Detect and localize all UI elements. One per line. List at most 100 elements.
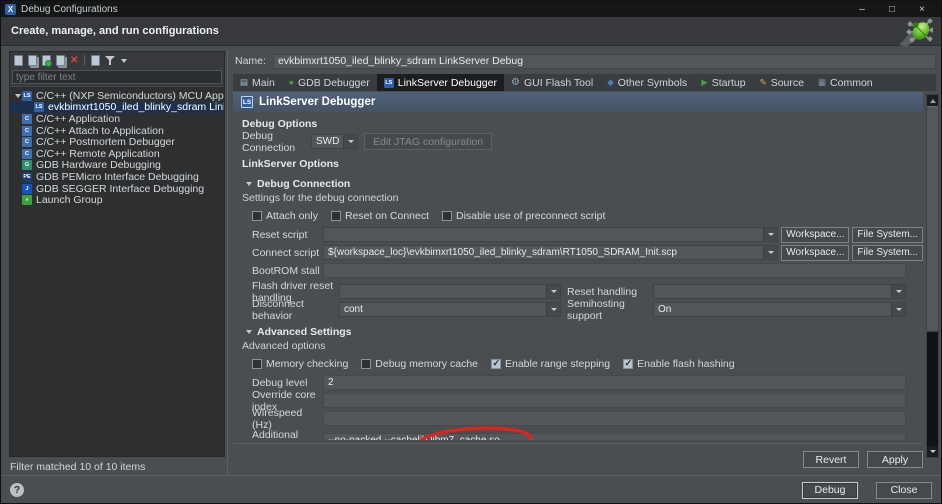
- disable-preconnect-script-checkbox[interactable]: Disable use of preconnect script: [442, 210, 605, 222]
- enable-flash-hashing-checkbox[interactable]: Enable flash hashing: [623, 358, 735, 370]
- delete-configuration-icon[interactable]: ✕: [70, 56, 78, 66]
- bootrom-stall-input[interactable]: [323, 263, 906, 278]
- duplicate-configuration-icon[interactable]: [56, 55, 65, 66]
- export-configuration-icon[interactable]: [42, 55, 51, 66]
- connect-script-label: Connect script: [252, 247, 323, 259]
- tree-item[interactable]: C C/C++ Postmortem Debugger: [10, 136, 224, 148]
- edit-jtag-configuration-button[interactable]: Edit JTAG configuration: [364, 133, 492, 150]
- reset-handling-select[interactable]: [653, 284, 906, 299]
- vertical-scrollbar[interactable]: [926, 94, 939, 458]
- debug-connection-section-header[interactable]: Debug Connection: [246, 178, 923, 190]
- tab-main[interactable]: ▤ Main: [233, 74, 282, 91]
- memory-checking-checkbox[interactable]: Memory checking: [252, 358, 348, 370]
- flash-driver-reset-handling-select[interactable]: [339, 284, 561, 299]
- debug-button[interactable]: Debug: [802, 482, 858, 499]
- wirespeed-input[interactable]: [323, 411, 906, 426]
- reset-script-input[interactable]: [323, 227, 778, 242]
- override-core-index-input[interactable]: [323, 393, 906, 408]
- chevron-down-icon[interactable]: [763, 246, 777, 259]
- reset-on-connect-checkbox[interactable]: Reset on Connect: [331, 210, 429, 222]
- filter-menu-caret-icon[interactable]: [121, 59, 127, 63]
- pemicro-icon: PE: [22, 172, 32, 182]
- tab-gui-flash-tool[interactable]: ⚙ GUI Flash Tool: [504, 74, 600, 91]
- debug-options-heading: Debug Options: [242, 118, 923, 130]
- chevron-down-icon[interactable]: [891, 285, 905, 298]
- section-collapse-icon[interactable]: [246, 182, 252, 186]
- new-configuration-icon[interactable]: [14, 55, 23, 66]
- tree-item[interactable]: C C/C++ Application: [10, 113, 224, 125]
- page-title: LinkServer Debugger: [259, 96, 375, 108]
- dialog-banner: Create, manage, and run configurations: [1, 17, 941, 46]
- panel-divider[interactable]: [227, 51, 228, 475]
- advanced-settings-description: Advanced options: [242, 340, 923, 352]
- enable-range-stepping-checkbox[interactable]: Enable range stepping: [491, 358, 610, 370]
- gdb-debugger-tab-icon: ●: [289, 78, 294, 87]
- debug-memory-cache-checkbox[interactable]: Debug memory cache: [361, 358, 478, 370]
- linkserver-debug-icon: LS: [34, 102, 44, 112]
- close-button[interactable]: Close: [876, 482, 932, 499]
- debug-level-input[interactable]: 2: [323, 375, 906, 390]
- disconnect-behavior-select[interactable]: cont: [339, 302, 561, 317]
- debug-level-label: Debug level: [252, 377, 323, 389]
- chevron-down-icon[interactable]: [546, 303, 560, 316]
- maximize-icon[interactable]: □: [877, 2, 907, 17]
- debug-configurations-dialog: X Debug Configurations – □ × Create, man…: [0, 0, 942, 504]
- close-icon[interactable]: ×: [907, 2, 937, 17]
- minimize-icon[interactable]: –: [847, 2, 877, 17]
- section-collapse-icon[interactable]: [246, 330, 252, 334]
- name-input[interactable]: [273, 54, 936, 69]
- semihosting-support-select[interactable]: On: [653, 302, 906, 317]
- tree-item[interactable]: » Launch Group: [10, 194, 224, 206]
- semihosting-support-label: Semihosting support: [561, 298, 653, 322]
- connect-script-filesystem-button[interactable]: File System...: [852, 245, 923, 261]
- tab-common[interactable]: ▦ Common: [811, 74, 880, 91]
- scroll-up-icon[interactable]: [927, 95, 938, 106]
- tab-startup[interactable]: ▶ Startup: [694, 74, 752, 91]
- apply-revert-bar: Revert Apply: [233, 443, 923, 475]
- connect-script-workspace-button[interactable]: Workspace...: [781, 245, 849, 261]
- debug-connection-section-description: Settings for the debug connection: [242, 192, 923, 204]
- filter-input[interactable]: [12, 70, 222, 84]
- tree-item-selected[interactable]: LS evkbimxrt1050_iled_blinky_sdram LinkS…: [10, 102, 224, 114]
- reset-script-filesystem-button[interactable]: File System...: [852, 227, 923, 243]
- expander-icon[interactable]: [15, 94, 21, 98]
- chevron-down-icon[interactable]: [763, 228, 777, 241]
- tab-content-header: LS LinkServer Debugger: [233, 92, 923, 112]
- tree-item[interactable]: PE GDB PEMicro Interface Debugging: [10, 171, 224, 183]
- tab-gdb-debugger[interactable]: ● GDB Debugger: [282, 74, 377, 91]
- new-prototype-icon[interactable]: [28, 55, 37, 66]
- tab-source[interactable]: ✎ Source: [753, 74, 811, 91]
- tree-item[interactable]: LS C/C++ (NXP Semiconductors) MCU Applic…: [10, 90, 224, 102]
- tree-item[interactable]: J GDB SEGGER Interface Debugging: [10, 183, 224, 195]
- tab-linkserver-debugger[interactable]: LS LinkServer Debugger: [377, 74, 504, 91]
- debug-connection-label: Debug Connection: [242, 130, 308, 154]
- collapse-all-icon[interactable]: [91, 55, 100, 66]
- cpp-remote-icon: C: [22, 149, 32, 159]
- chevron-down-icon[interactable]: [546, 285, 560, 298]
- chevron-down-icon[interactable]: [343, 135, 357, 148]
- tree-item[interactable]: G GDB Hardware Debugging: [10, 160, 224, 172]
- attach-only-checkbox[interactable]: Attach only: [252, 210, 318, 222]
- connect-script-input[interactable]: ${workspace_loc}\evkbimxrt1050_iled_blin…: [323, 245, 778, 260]
- common-tab-icon: ▦: [818, 78, 826, 87]
- chevron-down-icon[interactable]: [891, 303, 905, 316]
- help-icon[interactable]: ?: [10, 483, 24, 497]
- filter-icon[interactable]: [105, 55, 116, 66]
- scroll-down-icon[interactable]: [927, 446, 938, 457]
- revert-button[interactable]: Revert: [803, 451, 859, 468]
- advanced-settings-section-header[interactable]: Advanced Settings: [246, 326, 923, 338]
- apply-button[interactable]: Apply: [867, 451, 923, 468]
- scrollbar-thumb[interactable]: [927, 106, 938, 332]
- scrollbar-track[interactable]: [927, 332, 938, 446]
- title-bar: X Debug Configurations – □ ×: [1, 1, 941, 17]
- debug-connection-select[interactable]: SWD: [311, 134, 358, 149]
- bootrom-stall-label: BootROM stall: [252, 265, 323, 277]
- tab-other-symbols[interactable]: ◆ Other Symbols: [600, 74, 694, 91]
- startup-tab-icon: ▶: [701, 78, 708, 87]
- reset-script-workspace-button[interactable]: Workspace...: [781, 227, 849, 243]
- banner-heading: Create, manage, and run configurations: [11, 25, 219, 37]
- tree-item[interactable]: C C/C++ Attach to Application: [10, 125, 224, 137]
- linkserver-tab-icon: LS: [384, 78, 394, 88]
- tree-item[interactable]: C C/C++ Remote Application: [10, 148, 224, 160]
- additional-options-input[interactable]: --no-packed --cachelib libm7_cache.so: [323, 433, 906, 440]
